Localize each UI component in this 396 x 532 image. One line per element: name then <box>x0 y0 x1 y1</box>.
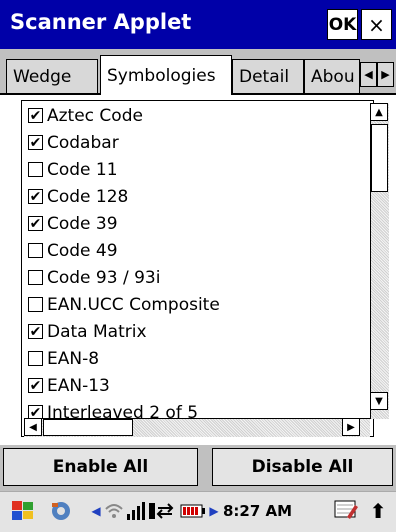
tab-symbologies[interactable]: Symbologies <box>100 55 232 95</box>
scroll-up-button[interactable]: ▲ <box>370 103 388 121</box>
item-label: Code 93 / 93i <box>47 267 161 288</box>
item-label: EAN-13 <box>47 375 110 396</box>
tab-wedge[interactable]: Wedge <box>6 59 98 93</box>
tab-detail[interactable]: Detail <box>232 59 304 93</box>
item-label: Code 11 <box>47 159 118 180</box>
checkbox[interactable]: ✔ <box>28 324 43 339</box>
checkbox[interactable]: ✔ <box>28 216 43 231</box>
scroll-left-button[interactable]: ◀ <box>24 418 42 436</box>
list-item[interactable]: ✔ Codabar <box>28 129 119 156</box>
battery-icon[interactable] <box>180 498 206 524</box>
scroll-right-button[interactable]: ▶ <box>342 418 360 436</box>
list-item[interactable]: ✔ Code 128 <box>28 183 128 210</box>
scroll-thumb[interactable] <box>371 124 388 192</box>
scroll-down-button[interactable]: ▼ <box>370 392 388 410</box>
signal-strength-icon[interactable] <box>126 498 146 524</box>
arrow-up-icon[interactable]: ⬆ <box>368 498 388 524</box>
list-item[interactable]: EAN-8 <box>28 345 99 372</box>
sync-icon[interactable] <box>48 498 74 524</box>
input-panel-icon[interactable] <box>332 498 360 524</box>
list-item[interactable]: EAN.UCC Composite <box>28 291 220 318</box>
checkbox[interactable] <box>28 243 43 258</box>
nav-right-icon[interactable]: ▶ <box>208 498 220 524</box>
tab-scroll-left-button[interactable]: ◀ <box>360 62 377 87</box>
item-label: Code 49 <box>47 240 118 261</box>
nav-left-icon[interactable]: ◀ <box>90 498 102 524</box>
close-button[interactable]: × <box>361 9 392 40</box>
item-label: Aztec Code <box>47 105 143 126</box>
list-item[interactable]: Code 11 <box>28 156 118 183</box>
item-label: Data Matrix <box>47 321 147 342</box>
item-label: EAN.UCC Composite <box>47 294 220 315</box>
list-item[interactable]: ✔ Data Matrix <box>28 318 147 345</box>
checkbox[interactable]: ✔ <box>28 108 43 123</box>
checkbox[interactable] <box>28 351 43 366</box>
connection-icon[interactable] <box>148 498 176 524</box>
start-flag-icon[interactable] <box>8 498 38 524</box>
checkbox[interactable]: ✔ <box>28 189 43 204</box>
scroll-thumb[interactable] <box>43 419 133 436</box>
checkbox[interactable] <box>28 297 43 312</box>
window-title: Scanner Applet <box>10 10 192 34</box>
list-item[interactable]: ✔ EAN-13 <box>28 372 110 399</box>
tab-scroll-right-button[interactable]: ▶ <box>377 62 394 87</box>
item-label: Codabar <box>47 132 119 153</box>
enable-all-button[interactable]: Enable All <box>3 448 198 486</box>
ok-button[interactable]: OK <box>327 9 358 40</box>
list-item[interactable]: Code 93 / 93i <box>28 264 160 291</box>
tab-about[interactable]: Abou <box>304 59 360 93</box>
wifi-icon[interactable] <box>104 498 124 524</box>
symbology-list[interactable]: ✔ Aztec Code ✔ Codabar Code 11 ✔ Code 128 ✔… <box>21 100 374 437</box>
disable-all-button[interactable]: Disable All <box>212 448 393 486</box>
clock[interactable]: 8:27 AM <box>223 502 292 520</box>
checkbox[interactable] <box>28 162 43 177</box>
item-label: EAN-8 <box>47 348 100 369</box>
checkbox[interactable]: ✔ <box>28 135 43 150</box>
list-item[interactable]: Code 49 <box>28 237 118 264</box>
item-label: Code 39 <box>47 213 118 234</box>
list-item[interactable]: ✔ Aztec Code <box>28 102 143 129</box>
checkbox[interactable] <box>28 270 43 285</box>
item-label: Code 128 <box>47 186 129 207</box>
checkbox[interactable]: ✔ <box>28 378 43 393</box>
list-item[interactable]: ✔ Code 39 <box>28 210 118 237</box>
